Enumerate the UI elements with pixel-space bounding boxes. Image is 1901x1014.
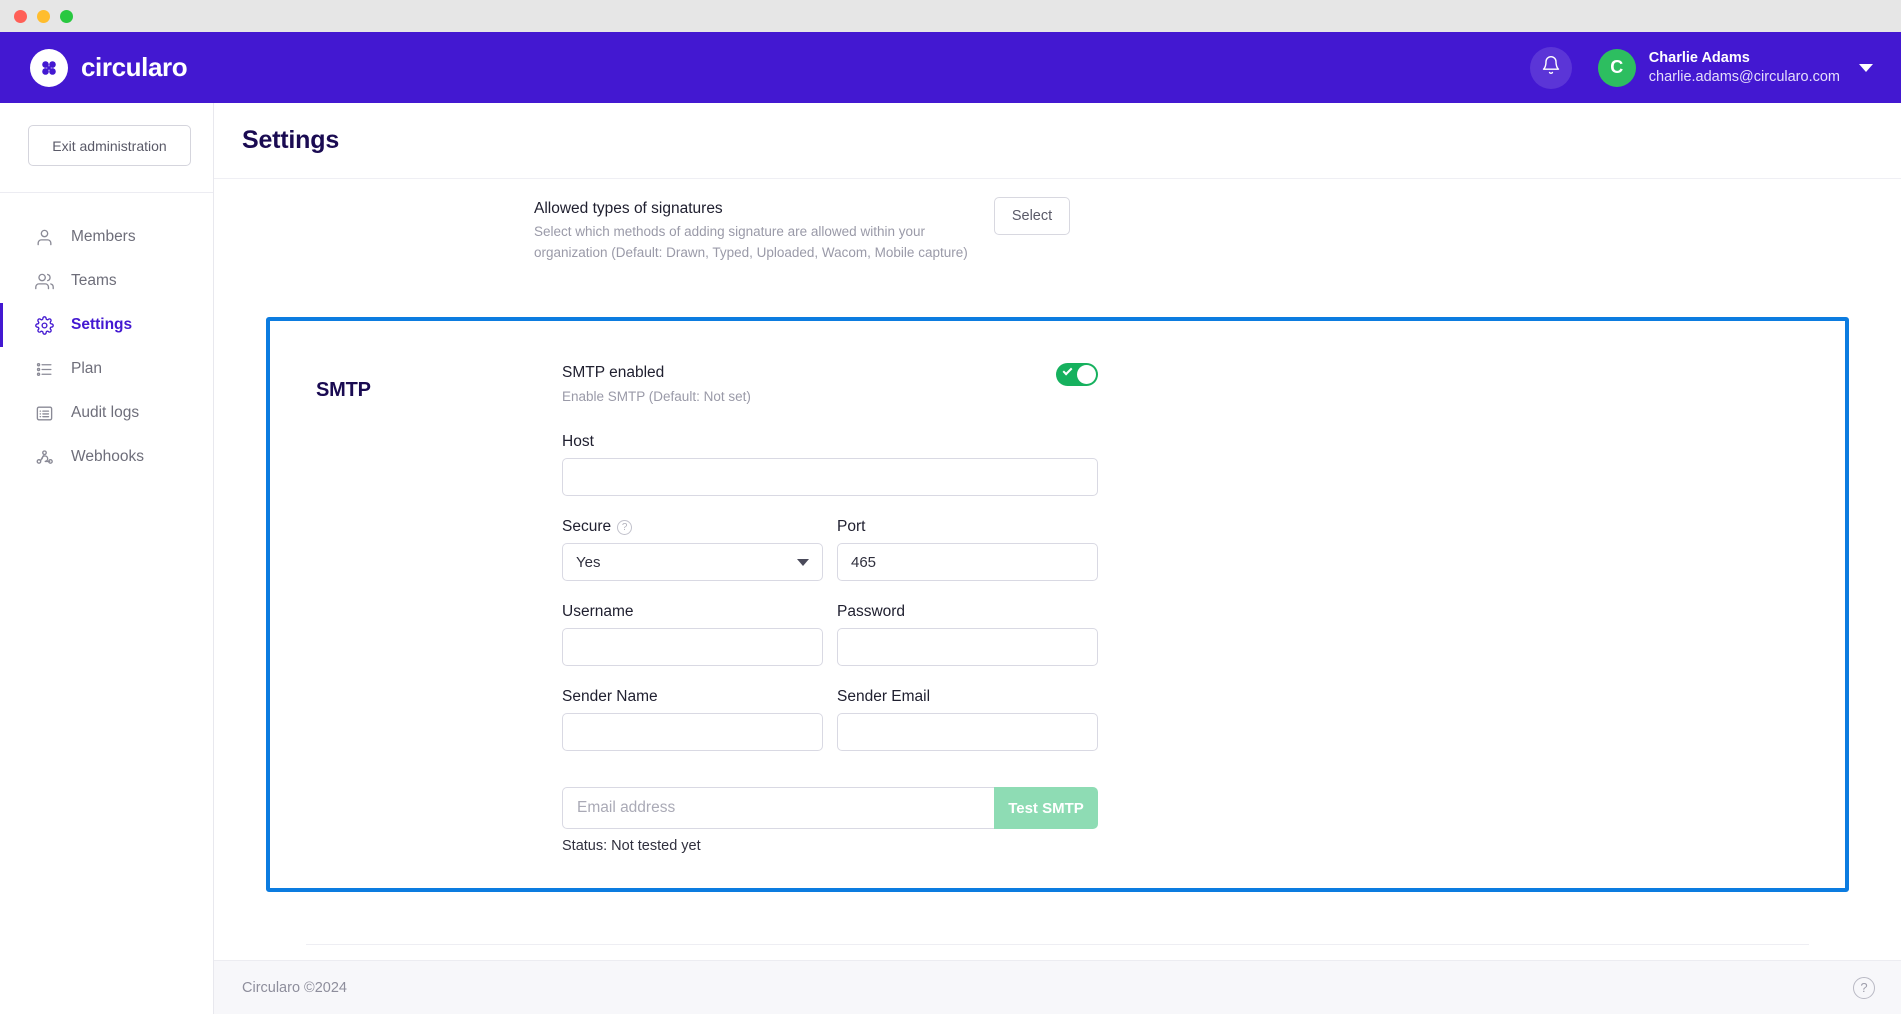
- smtp-section-card: SMTP SMTP enabled Enable SMTP (Default: …: [266, 317, 1849, 892]
- user-name: Charlie Adams: [1649, 49, 1840, 68]
- gear-icon: [33, 314, 55, 336]
- sidebar: Exit administration Members: [0, 103, 214, 1014]
- test-smtp-button[interactable]: Test SMTP: [994, 787, 1098, 829]
- exit-administration-button[interactable]: Exit administration: [28, 125, 191, 166]
- list-icon: [33, 358, 55, 380]
- secure-select[interactable]: [562, 543, 823, 581]
- window-titlebar: [0, 0, 1901, 32]
- sidebar-item-label: Settings: [71, 316, 132, 334]
- app-footer: Circularo ©2024 ?: [214, 960, 1901, 1014]
- password-label: Password: [837, 603, 1098, 621]
- host-input[interactable]: [562, 458, 1098, 496]
- secure-select-wrap: [562, 543, 823, 581]
- header-actions: C Charlie Adams charlie.adams@circularo.…: [1530, 47, 1873, 89]
- user-icon: [33, 226, 55, 248]
- sidebar-item-label: Audit logs: [71, 404, 139, 422]
- sender-email-label: Sender Email: [837, 688, 1098, 706]
- username-group: Username: [562, 581, 823, 666]
- settings-scroll-area[interactable]: Allowed types of signatures Select which…: [214, 179, 1901, 1014]
- sidebar-item-webhooks[interactable]: Webhooks: [0, 435, 213, 479]
- bell-icon: [1541, 55, 1561, 80]
- port-input[interactable]: [837, 543, 1098, 581]
- smtp-section-title: SMTP: [316, 379, 562, 402]
- toggle-knob: [1077, 365, 1096, 384]
- app-body: Exit administration Members: [0, 103, 1901, 1014]
- test-smtp-row: Test SMTP: [562, 787, 1098, 829]
- sender-email-group: Sender Email: [837, 666, 1098, 751]
- settings-content: Allowed types of signatures Select which…: [214, 179, 1901, 1014]
- sidebar-item-audit-logs[interactable]: Audit logs: [0, 391, 213, 435]
- webhook-icon: [33, 446, 55, 468]
- allowed-signatures-description: Select which methods of adding signature…: [534, 222, 974, 263]
- secure-label-text: Secure: [562, 518, 611, 535]
- sidebar-item-settings[interactable]: Settings: [0, 303, 213, 347]
- users-icon: [33, 270, 55, 292]
- main-content: Settings Allowed types of signatures Sel…: [214, 103, 1901, 1014]
- clover-logo-icon: [30, 49, 68, 87]
- smtp-enabled-text: SMTP enabled Enable SMTP (Default: Not s…: [562, 361, 1056, 407]
- host-label: Host: [562, 433, 1098, 451]
- sidebar-item-label: Members: [71, 228, 136, 246]
- smtp-test-status: Status: Not tested yet: [562, 838, 1098, 854]
- allowed-signatures-preference: Allowed types of signatures Select which…: [534, 197, 1070, 263]
- secure-label: Secure?: [562, 518, 823, 536]
- sidebar-item-label: Teams: [71, 272, 117, 290]
- port-group: Port: [837, 496, 1098, 581]
- smtp-enabled-preference: SMTP enabled Enable SMTP (Default: Not s…: [562, 361, 1098, 407]
- sender-name-input[interactable]: [562, 713, 823, 751]
- allowed-signatures-text: Allowed types of signatures Select which…: [534, 197, 974, 263]
- window-close-button[interactable]: [14, 10, 27, 23]
- sender-email-input[interactable]: [837, 713, 1098, 751]
- test-email-input[interactable]: [562, 787, 994, 829]
- question-circle-icon[interactable]: ?: [1853, 977, 1875, 999]
- user-menu[interactable]: C Charlie Adams charlie.adams@circularo.…: [1598, 49, 1873, 87]
- brand-name: circularo: [81, 52, 187, 83]
- sidebar-item-plan[interactable]: Plan: [0, 347, 213, 391]
- allowed-signatures-name: Allowed types of signatures: [534, 197, 974, 220]
- signatures-section-label: [266, 197, 534, 263]
- username-input[interactable]: [562, 628, 823, 666]
- smtp-section-label-col: SMTP: [270, 361, 562, 854]
- signatures-setting-row: Allowed types of signatures Select which…: [266, 179, 1849, 263]
- page-header: Settings: [214, 103, 1901, 179]
- footer-copyright: Circularo ©2024: [242, 980, 347, 996]
- sender-row: Sender Name Sender Email: [562, 666, 1098, 751]
- app-header: circularo C Charlie Adams charlie.adams@…: [0, 32, 1901, 103]
- chevron-down-icon: [1859, 64, 1873, 72]
- password-group: Password: [837, 581, 1098, 666]
- credentials-row: Username Password: [562, 581, 1098, 666]
- username-label: Username: [562, 603, 823, 621]
- select-signatures-button[interactable]: Select: [994, 197, 1070, 235]
- sidebar-item-label: Plan: [71, 360, 102, 378]
- sender-name-group: Sender Name: [562, 666, 823, 751]
- user-email: charlie.adams@circularo.com: [1649, 68, 1840, 87]
- avatar: C: [1598, 49, 1636, 87]
- port-label: Port: [837, 518, 1098, 536]
- document-list-icon: [33, 402, 55, 424]
- password-input[interactable]: [837, 628, 1098, 666]
- smtp-enabled-name: SMTP enabled: [562, 361, 1056, 384]
- secure-group: Secure?: [562, 496, 823, 581]
- page-title: Settings: [242, 126, 339, 155]
- window-minimize-button[interactable]: [37, 10, 50, 23]
- check-icon: [1063, 366, 1073, 376]
- smtp-enabled-toggle[interactable]: [1056, 363, 1098, 386]
- question-mark-icon[interactable]: ?: [617, 520, 632, 535]
- sidebar-item-teams[interactable]: Teams: [0, 259, 213, 303]
- smtp-enabled-description: Enable SMTP (Default: Not set): [562, 387, 1056, 408]
- sidebar-item-members[interactable]: Members: [0, 215, 213, 259]
- sidebar-item-label: Webhooks: [71, 448, 144, 466]
- window-maximize-button[interactable]: [60, 10, 73, 23]
- smtp-fields-col: SMTP enabled Enable SMTP (Default: Not s…: [562, 361, 1098, 854]
- signatures-field-col: Allowed types of signatures Select which…: [534, 197, 1070, 263]
- brand-logo[interactable]: circularo: [30, 49, 187, 87]
- sender-name-label: Sender Name: [562, 688, 823, 706]
- sidebar-header: Exit administration: [0, 103, 213, 193]
- secure-port-row: Secure? Port: [562, 496, 1098, 581]
- notifications-button[interactable]: [1530, 47, 1572, 89]
- sidebar-nav: Members Teams: [0, 193, 213, 479]
